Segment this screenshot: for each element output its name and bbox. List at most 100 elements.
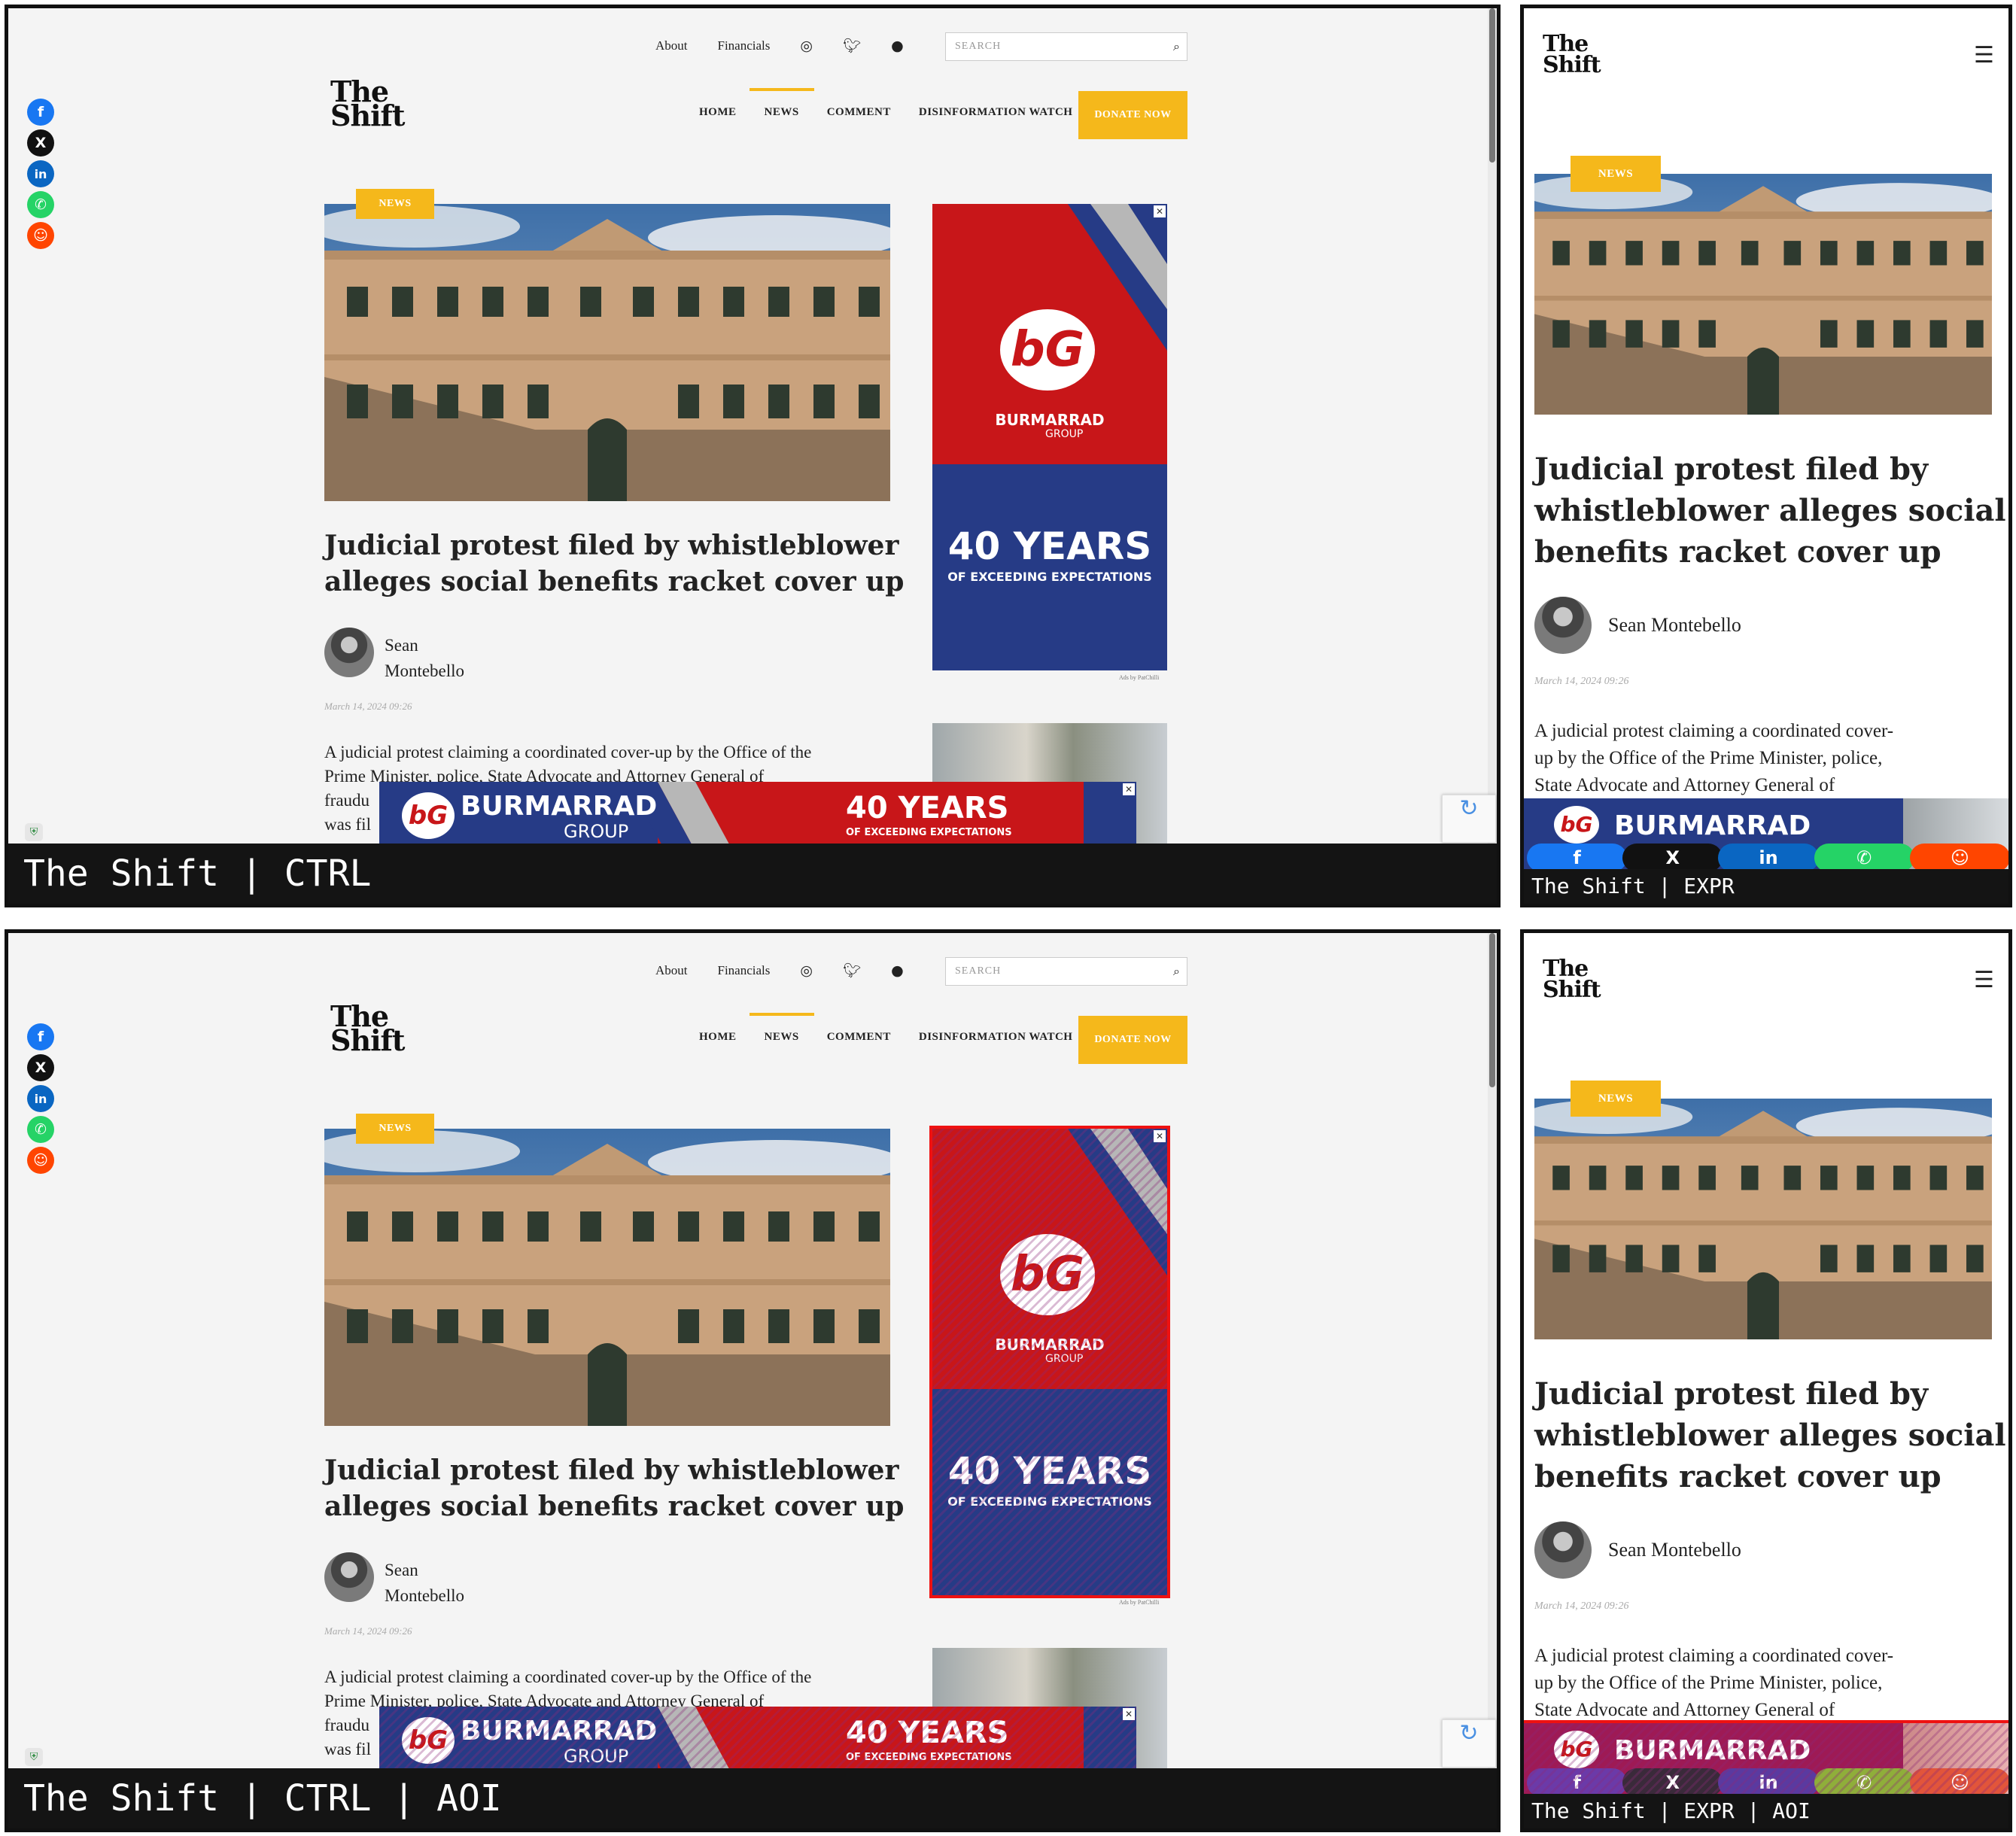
author-avatar (324, 628, 374, 677)
hero-image (1534, 174, 1992, 415)
hero-image (324, 204, 890, 501)
facebook-icon[interactable]: f (27, 1023, 54, 1050)
menu-icon[interactable]: ☰ (1974, 42, 1994, 68)
author-name[interactable]: Sean Montebello (385, 633, 464, 684)
body-line-1: A judicial protest claiming a coordinate… (324, 1667, 812, 1686)
title-line-1: Judicial protest filed by (1534, 1376, 1929, 1412)
nav-news[interactable]: NEWS (749, 1013, 814, 1044)
facebook-icon[interactable]: ● (891, 962, 904, 979)
whatsapp-icon[interactable]: ✆ (27, 191, 54, 218)
search-placeholder: SEARCH (955, 41, 1002, 52)
x-icon[interactable]: X (27, 129, 54, 157)
scrollbar[interactable] (1488, 8, 1497, 844)
recaptcha-badge[interactable]: ↻ (1442, 795, 1496, 843)
category-badge[interactable]: NEWS (1571, 1081, 1661, 1117)
reddit-icon[interactable]: ☺ (27, 1147, 54, 1174)
ad-credit: Ads by PatChilli (1119, 1599, 1160, 1606)
whatsapp-icon[interactable]: ✆ (27, 1116, 54, 1143)
scrollbar[interactable] (1488, 933, 1497, 1768)
article-title: Judicial protest filed by whistleblower … (324, 1452, 904, 1524)
article-date: March 14, 2024 09:26 (1534, 676, 1629, 687)
search-input[interactable]: SEARCH ⌕ (945, 957, 1187, 986)
donate-button[interactable]: DONATE NOW (1078, 91, 1187, 139)
title-line-2: alleges social benefits racket cover up (324, 1491, 905, 1522)
panel-label: The Shift | CTRL (8, 844, 1497, 904)
facebook-icon[interactable]: f (1527, 844, 1628, 872)
about-link[interactable]: About (655, 38, 688, 53)
ad-group: GROUP (1045, 428, 1084, 440)
article-title: Judicial protest filed by whistleblower … (1534, 448, 2006, 573)
author-name[interactable]: Sean Montebello (385, 1558, 464, 1609)
menu-icon[interactable]: ☰ (1974, 967, 1994, 993)
site-logo[interactable]: The Shift (1543, 33, 1601, 77)
title-line-2: whistleblower alleges social (1534, 1418, 2006, 1453)
sidebar-ad[interactable]: bG BURMARRAD GROUP 40 YEARS OF EXCEEDING… (932, 204, 1167, 670)
recaptcha-badge[interactable]: ↻ (1442, 1719, 1496, 1768)
nav-home[interactable]: HOME (699, 106, 737, 119)
article-title: Judicial protest filed by whistleblower … (324, 527, 904, 600)
bottom-banner-ad[interactable]: bG BURMARRAD GROUP 40 YEARS OF EXCEEDING… (379, 782, 1136, 851)
site-logo[interactable]: The Shift (330, 78, 405, 132)
category-badge[interactable]: NEWS (1571, 156, 1661, 192)
site-logo[interactable]: The Shift (1543, 958, 1601, 1002)
shield-icon[interactable]: ⛨ (25, 1748, 43, 1766)
author-name[interactable]: Sean Montebello (1608, 614, 1741, 637)
close-icon[interactable]: ✕ (1154, 205, 1166, 217)
twitter-icon[interactable]: 🐦︎ (843, 962, 861, 979)
x-icon[interactable]: X (27, 1054, 54, 1081)
facebook-icon[interactable]: f (27, 99, 54, 126)
nav-comment[interactable]: COMMENT (827, 1031, 891, 1044)
close-icon[interactable]: ✕ (1154, 1130, 1166, 1142)
author-name[interactable]: Sean Montebello (1608, 1539, 1741, 1561)
mobile-experiment-aoi-panel: The Shift ☰ NEWS Judicial protest filed … (1520, 929, 2012, 1832)
ad-top: bG BURMARRAD GROUP (932, 204, 1167, 464)
aoi-overlay (1524, 1720, 2008, 1803)
site-logo[interactable]: The Shift (330, 1002, 405, 1057)
financials-link[interactable]: Financials (718, 963, 771, 978)
bottom-banner-ad[interactable]: bG BURMARRAD GROUP 40 YEARS OF EXCEEDING… (379, 1707, 1136, 1776)
nav-home[interactable]: HOME (699, 1031, 737, 1044)
nav-disinformation-watch[interactable]: DISINFORMATION WATCH (919, 106, 1073, 119)
nav-disinformation-watch[interactable]: DISINFORMATION WATCH (919, 1031, 1073, 1044)
reddit-icon[interactable]: ☺ (27, 222, 54, 249)
body-line-3: State Advocate and Attorney General of (1534, 1700, 1835, 1720)
instagram-icon[interactable]: ◎ (800, 38, 813, 54)
instagram-icon[interactable]: ◎ (800, 962, 813, 979)
search-icon[interactable]: ⌕ (1173, 33, 1181, 60)
close-icon[interactable]: ✕ (1123, 783, 1135, 795)
article-body: A judicial protest claiming a coordinate… (1534, 718, 1893, 799)
whatsapp-icon[interactable]: ✆ (1814, 844, 1914, 872)
panel-label: The Shift | EXPR | AOI (1524, 1794, 2008, 1828)
main-nav: HOME NEWS COMMENT DISINFORMATION WATCH (699, 1013, 1100, 1044)
search-icon[interactable]: ⌕ (1173, 958, 1181, 985)
search-input[interactable]: SEARCH ⌕ (945, 32, 1187, 61)
search-placeholder: SEARCH (955, 965, 1002, 977)
close-icon[interactable]: ✕ (1123, 1708, 1135, 1720)
nav-news[interactable]: NEWS (749, 88, 814, 119)
article-date: March 14, 2024 09:26 (1534, 1600, 1629, 1612)
body-line-1: A judicial protest claiming a coordinate… (1534, 1646, 1894, 1666)
category-badge[interactable]: NEWS (356, 189, 434, 219)
x-icon[interactable]: X (1622, 844, 1723, 872)
ad-years: 40 YEARS (846, 791, 1009, 825)
shield-icon[interactable]: ⛨ (25, 823, 43, 841)
article-body: A judicial protest claiming a coordinate… (1534, 1643, 1893, 1724)
ad-credit: Ads by PatChilli (1119, 674, 1160, 681)
twitter-icon[interactable]: 🐦︎ (843, 37, 861, 54)
nav-comment[interactable]: COMMENT (827, 106, 891, 119)
financials-link[interactable]: Financials (718, 38, 771, 53)
ad-logo: bG (1000, 309, 1095, 391)
sidebar-ad[interactable]: bG BURMARRAD GROUP 40 YEARS OF EXCEEDING… (929, 1126, 1170, 1598)
ad-tagline: OF EXCEEDING EXPECTATIONS (846, 827, 1012, 838)
donate-button[interactable]: DONATE NOW (1078, 1016, 1187, 1064)
category-badge[interactable]: NEWS (356, 1114, 434, 1144)
linkedin-icon[interactable]: in (27, 1085, 54, 1112)
facebook-icon[interactable]: ● (891, 38, 904, 54)
article-date: March 14, 2024 09:26 (324, 1625, 412, 1637)
logo-line-2: Shift (330, 1023, 405, 1057)
logo-line-2: Shift (330, 99, 405, 132)
linkedin-icon[interactable]: in (1718, 844, 1819, 872)
linkedin-icon[interactable]: in (27, 160, 54, 187)
about-link[interactable]: About (655, 963, 688, 978)
reddit-icon[interactable]: ☺ (1909, 844, 2008, 872)
